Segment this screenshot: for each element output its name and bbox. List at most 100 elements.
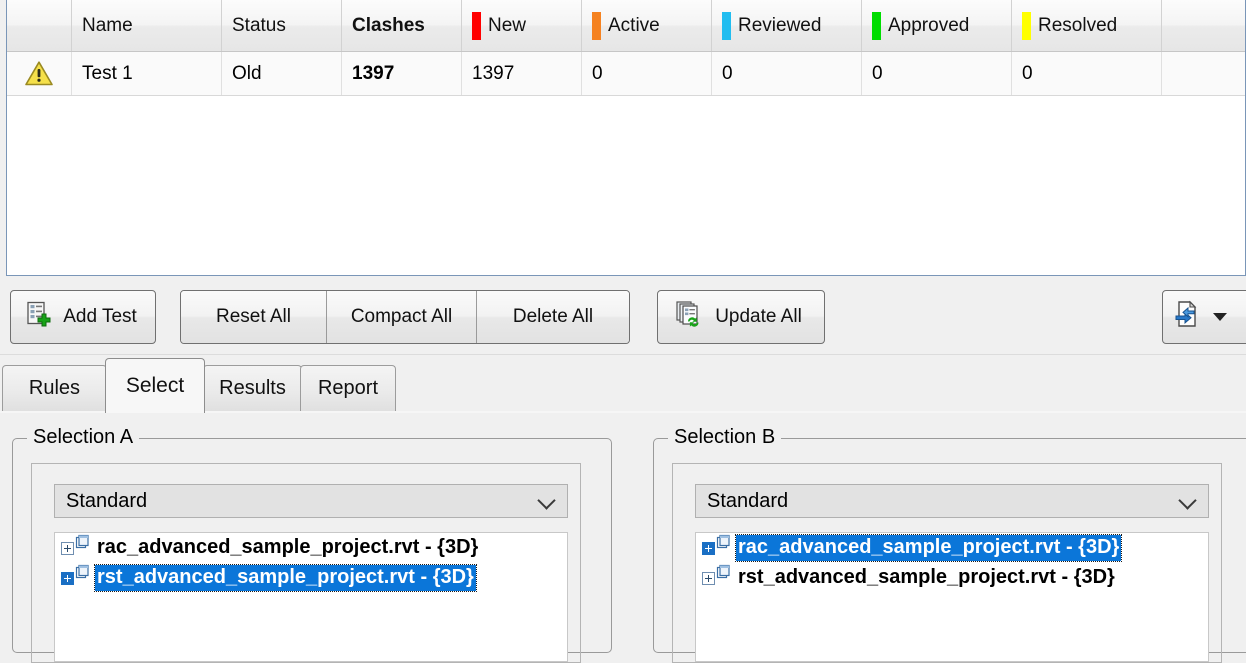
cell-resolved[interactable]: 0 bbox=[1012, 52, 1162, 95]
selection-b-tree[interactable]: rac_advanced_sample_project.rvt - {3D} rs… bbox=[695, 532, 1209, 662]
column-header-status[interactable]: Status bbox=[222, 0, 342, 51]
chevron-down-icon[interactable] bbox=[1213, 313, 1227, 321]
column-header-label: New bbox=[488, 14, 527, 36]
model-document-icon-wrap bbox=[75, 564, 95, 580]
model-document-icon-wrap bbox=[716, 564, 736, 580]
compact-all-button[interactable]: Compact All bbox=[327, 291, 477, 343]
tree-item-label: rac_advanced_sample_project.rvt - {3D} bbox=[734, 534, 1123, 562]
table-row[interactable]: Test 1 Old 1397 1397 0 0 0 0 bbox=[7, 52, 1245, 96]
column-header-label: Active bbox=[608, 14, 660, 36]
selection-b-inner-panel: Standard rac_advanced_sample_project.rvt… bbox=[672, 463, 1222, 663]
cell-name[interactable]: Test 1 bbox=[72, 52, 222, 95]
tab-label: Select bbox=[125, 374, 185, 397]
plus-expander-icon[interactable] bbox=[702, 541, 715, 555]
update-all-icon bbox=[676, 301, 703, 333]
cell-value: Test 1 bbox=[82, 62, 133, 84]
column-header-label: Name bbox=[82, 14, 133, 36]
selection-a-standard-combo[interactable]: Standard bbox=[54, 484, 568, 518]
cell-spacer[interactable] bbox=[1162, 52, 1245, 95]
model-document-icon-wrap bbox=[75, 534, 95, 550]
column-header-icon[interactable] bbox=[7, 0, 72, 51]
status-color-swatch-approved bbox=[872, 11, 881, 40]
column-header-label: Clashes bbox=[352, 14, 425, 36]
tree-item[interactable]: rac_advanced_sample_project.rvt - {3D} bbox=[55, 533, 567, 563]
column-header-approved[interactable]: Approved bbox=[862, 0, 1012, 51]
tab-label: Report bbox=[317, 377, 379, 399]
export-button[interactable] bbox=[1162, 290, 1246, 344]
status-color-swatch-active bbox=[592, 11, 601, 40]
selection-b-group: Selection B Standard rac_advanced_sample… bbox=[653, 426, 1246, 663]
cell-value: 0 bbox=[872, 62, 883, 84]
tree-item-label: rst_advanced_sample_project.rvt - {3D} bbox=[738, 566, 1115, 588]
delete-all-label: Delete All bbox=[512, 306, 594, 327]
column-header-label: Resolved bbox=[1038, 14, 1118, 36]
delete-all-button[interactable]: Delete All bbox=[477, 291, 629, 343]
tab-report[interactable]: Report bbox=[300, 365, 396, 411]
tab-results[interactable]: Results bbox=[203, 365, 302, 411]
column-header-spacer[interactable] bbox=[1162, 0, 1245, 51]
status-color-swatch-resolved bbox=[1022, 11, 1031, 40]
chevron-down-icon[interactable] bbox=[537, 491, 556, 510]
cell-active[interactable]: 0 bbox=[582, 52, 712, 95]
grid-header-row: Name Status Clashes New Active Reviewed Approv… bbox=[7, 0, 1245, 52]
clash-tests-grid[interactable]: Name Status Clashes New Active Reviewed Approv… bbox=[6, 0, 1246, 276]
selection-b-title: Selection B bbox=[668, 426, 782, 449]
cell-value: 0 bbox=[1022, 62, 1033, 84]
selection-a-tree[interactable]: rac_advanced_sample_project.rvt - {3D} rs… bbox=[54, 532, 568, 662]
column-header-reviewed[interactable]: Reviewed bbox=[712, 0, 862, 51]
cell-reviewed[interactable]: 0 bbox=[712, 52, 862, 95]
reset-all-button[interactable]: Reset All bbox=[181, 291, 327, 343]
selection-b-standard-combo[interactable]: Standard bbox=[695, 484, 1209, 518]
column-header-clashes[interactable]: Clashes bbox=[342, 0, 462, 51]
model-document-icon bbox=[75, 534, 89, 549]
tree-item[interactable]: rst_advanced_sample_project.rvt - {3D} bbox=[696, 563, 1208, 593]
plus-expander-icon[interactable] bbox=[61, 541, 74, 555]
warning-icon bbox=[25, 61, 53, 86]
cell-status[interactable]: Old bbox=[222, 52, 342, 95]
selection-a-title: Selection A bbox=[27, 426, 140, 449]
selection-a-combo-value: Standard bbox=[66, 489, 148, 512]
add-test-button[interactable]: Add Test bbox=[10, 290, 156, 344]
chevron-down-icon[interactable] bbox=[1178, 491, 1197, 510]
update-all-label: Update All bbox=[715, 306, 802, 327]
cell-clashes[interactable]: 1397 bbox=[342, 52, 462, 95]
model-document-icon bbox=[75, 564, 89, 579]
cell-new[interactable]: 1397 bbox=[462, 52, 582, 95]
model-document-icon bbox=[716, 564, 730, 579]
column-header-label: Approved bbox=[888, 14, 970, 36]
update-all-button[interactable]: Update All bbox=[657, 290, 825, 344]
add-test-icon bbox=[25, 301, 51, 333]
tab-label: Results bbox=[219, 377, 286, 399]
column-header-label: Status bbox=[232, 14, 286, 36]
column-header-label: Reviewed bbox=[738, 14, 822, 36]
cell-value: 0 bbox=[592, 62, 603, 84]
tab-label: Rules bbox=[28, 377, 81, 399]
test-toolbar: Add Test Reset All Compact All Delete Al… bbox=[0, 281, 1246, 355]
cell-value: 1397 bbox=[472, 62, 515, 84]
tree-item[interactable]: rst_advanced_sample_project.rvt - {3D} bbox=[55, 563, 567, 593]
add-test-label: Add Test bbox=[63, 306, 137, 327]
model-document-icon-wrap bbox=[716, 534, 736, 550]
cell-value: 0 bbox=[722, 62, 733, 84]
column-header-resolved[interactable]: Resolved bbox=[1012, 0, 1162, 51]
panel-tabs: Rules Select Results Report bbox=[0, 358, 1246, 413]
compact-all-label: Compact All bbox=[350, 306, 453, 327]
tab-rules[interactable]: Rules bbox=[2, 365, 107, 411]
cell-icon[interactable] bbox=[7, 52, 72, 95]
bulk-actions-group: Reset All Compact All Delete All bbox=[180, 290, 630, 344]
cell-approved[interactable]: 0 bbox=[862, 52, 1012, 95]
column-header-active[interactable]: Active bbox=[582, 0, 712, 51]
selection-b-combo-value: Standard bbox=[707, 489, 789, 512]
plus-expander-icon[interactable] bbox=[61, 571, 74, 585]
grid-empty-area bbox=[7, 96, 1245, 274]
plus-expander-icon[interactable] bbox=[702, 571, 715, 585]
column-header-name[interactable]: Name bbox=[72, 0, 222, 51]
column-header-new[interactable]: New bbox=[462, 0, 582, 51]
status-color-swatch-reviewed bbox=[722, 11, 731, 40]
tab-select[interactable]: Select bbox=[105, 358, 205, 413]
tree-item-label: rac_advanced_sample_project.rvt - {3D} bbox=[97, 536, 479, 558]
reset-all-label: Reset All bbox=[216, 306, 291, 327]
cell-value: 1397 bbox=[352, 62, 395, 84]
status-color-swatch-new bbox=[472, 11, 481, 40]
tree-item[interactable]: rac_advanced_sample_project.rvt - {3D} bbox=[696, 533, 1208, 563]
